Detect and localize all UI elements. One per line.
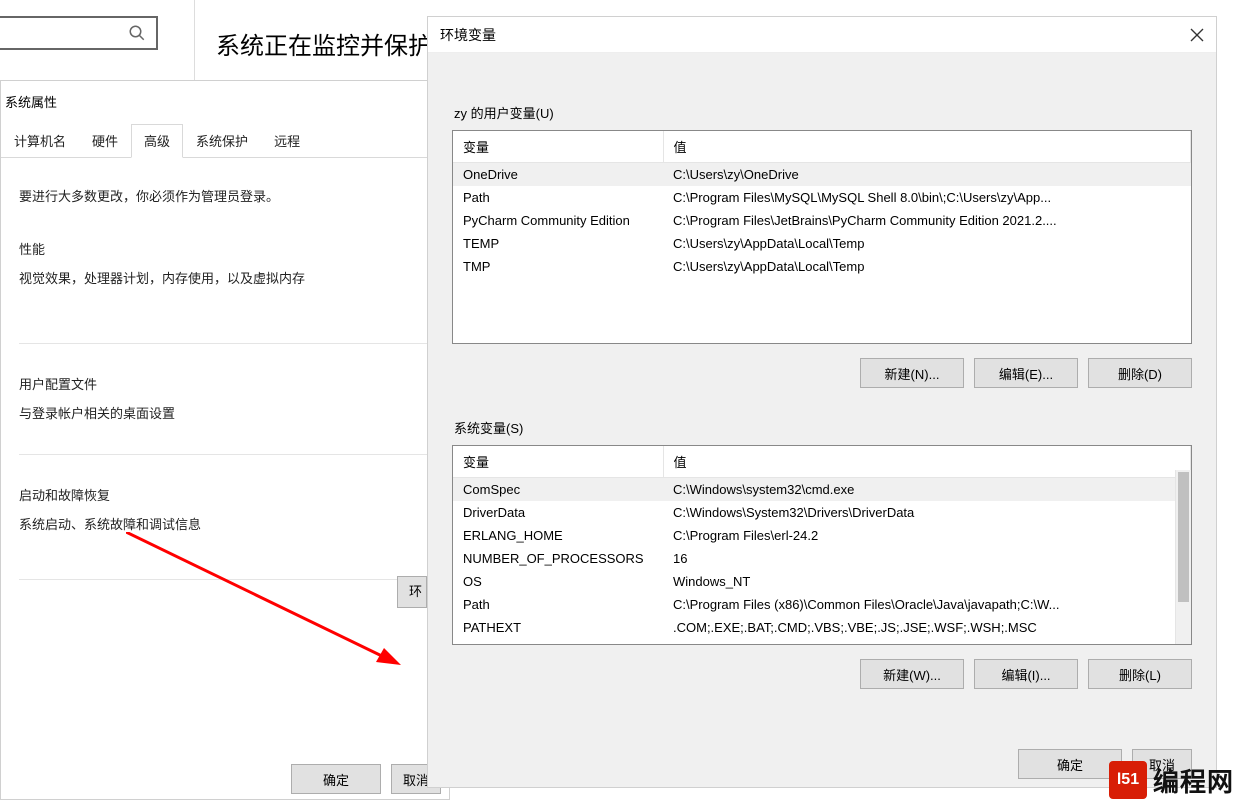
watermark-logo-icon: l51 xyxy=(1109,761,1147,799)
dialog-title: 系统属性 xyxy=(1,81,449,122)
var-name-cell: DriverData xyxy=(453,501,663,524)
table-row[interactable]: ERLANG_HOMEC:\Program Files\erl-24.2 xyxy=(453,524,1191,547)
var-name-cell: ERLANG_HOME xyxy=(453,524,663,547)
user-profile-group-title: 用户配置文件 xyxy=(19,374,421,393)
var-value-cell: Windows_NT xyxy=(663,570,1191,593)
tabs: 计算机名 硬件 高级 系统保护 远程 xyxy=(1,124,449,158)
var-name-cell: PyCharm Community Edition xyxy=(453,209,663,232)
column-header-variable[interactable]: 变量 xyxy=(453,131,663,163)
user-profile-desc: 与登录帐户相关的桌面设置 xyxy=(19,403,421,422)
ok-button[interactable]: 确定 xyxy=(291,764,381,794)
var-value-cell: .COM;.EXE;.BAT;.CMD;.VBS;.VBE;.JS;.JSE;.… xyxy=(663,616,1191,639)
var-value-cell: C:\Windows\System32\Drivers\DriverData xyxy=(663,501,1191,524)
var-value-cell: 16 xyxy=(663,547,1191,570)
performance-desc: 视觉效果，处理器计划，内存使用，以及虚拟内存 xyxy=(19,268,421,287)
tab-remote[interactable]: 远程 xyxy=(261,124,313,157)
var-value-cell: C:\Program Files\MySQL\MySQL Shell 8.0\b… xyxy=(663,186,1191,209)
performance-group-title: 性能 xyxy=(19,239,421,258)
site-watermark: l51 编程网 xyxy=(1109,761,1234,799)
var-name-cell: NUMBER_OF_PROCESSORS xyxy=(453,547,663,570)
system-variables-label: 系统变量(S) xyxy=(454,418,1192,437)
var-name-cell: TEMP xyxy=(453,232,663,255)
user-new-button[interactable]: 新建(N)... xyxy=(860,358,964,388)
var-value-cell: C:\Users\zy\AppData\Local\Temp xyxy=(663,255,1191,278)
admin-note: 要进行大多数更改，你必须作为管理员登录。 xyxy=(19,186,431,205)
user-edit-button[interactable]: 编辑(E)... xyxy=(974,358,1078,388)
var-name-cell: PATHEXT xyxy=(453,616,663,639)
var-name-cell: TMP xyxy=(453,255,663,278)
env-dialog-title: 环境变量 xyxy=(440,25,496,45)
watermark-text: 编程网 xyxy=(1153,762,1234,799)
user-delete-button[interactable]: 删除(D) xyxy=(1088,358,1192,388)
tab-advanced[interactable]: 高级 xyxy=(131,124,183,158)
table-row[interactable]: PathC:\Program Files (x86)\Common Files\… xyxy=(453,593,1191,616)
table-row[interactable]: PATHEXT.COM;.EXE;.BAT;.CMD;.VBS;.VBE;.JS… xyxy=(453,616,1191,639)
system-properties-dialog: 系统属性 计算机名 硬件 高级 系统保护 远程 要进行大多数更改，你必须作为管理… xyxy=(0,80,450,800)
var-name-cell: OneDrive xyxy=(453,163,663,187)
env-variables-button-partial[interactable]: 环 xyxy=(397,576,427,608)
column-header-variable[interactable]: 变量 xyxy=(453,446,663,478)
scrollbar-thumb[interactable] xyxy=(1178,472,1189,602)
scrollbar[interactable] xyxy=(1175,470,1191,644)
var-value-cell: C:\Users\zy\AppData\Local\Temp xyxy=(663,232,1191,255)
user-variables-label: zy 的用户变量(U) xyxy=(454,103,1192,122)
system-edit-button[interactable]: 编辑(I)... xyxy=(974,659,1078,689)
table-row[interactable]: TMPC:\Users\zy\AppData\Local\Temp xyxy=(453,255,1191,278)
var-value-cell: C:\Users\zy\OneDrive xyxy=(663,163,1191,187)
table-row[interactable]: OneDriveC:\Users\zy\OneDrive xyxy=(453,163,1191,187)
column-header-value[interactable]: 值 xyxy=(663,131,1191,163)
close-icon[interactable] xyxy=(1190,28,1204,42)
table-row[interactable]: OSWindows_NT xyxy=(453,570,1191,593)
user-variables-list[interactable]: 变量 值 OneDriveC:\Users\zy\OneDrivePathC:\… xyxy=(452,130,1192,344)
table-row[interactable]: NUMBER_OF_PROCESSORS16 xyxy=(453,547,1191,570)
var-value-cell: C:\Windows\system32\cmd.exe xyxy=(663,478,1191,502)
search-icon xyxy=(128,24,146,42)
var-name-cell: ComSpec xyxy=(453,478,663,502)
tab-hardware[interactable]: 硬件 xyxy=(79,124,131,157)
tab-system-protection[interactable]: 系统保护 xyxy=(183,124,261,157)
table-row[interactable]: PathC:\Program Files\MySQL\MySQL Shell 8… xyxy=(453,186,1191,209)
var-name-cell: OS xyxy=(453,570,663,593)
var-name-cell: Path xyxy=(453,593,663,616)
system-new-button[interactable]: 新建(W)... xyxy=(860,659,964,689)
table-row[interactable]: PyCharm Community EditionC:\Program File… xyxy=(453,209,1191,232)
page-header-text: 系统正在监控并保护 xyxy=(216,26,432,61)
var-value-cell: C:\Program Files\JetBrains\PyCharm Commu… xyxy=(663,209,1191,232)
startup-desc: 系统启动、系统故障和调试信息 xyxy=(19,514,421,533)
table-row[interactable]: ComSpecC:\Windows\system32\cmd.exe xyxy=(453,478,1191,502)
var-name-cell: Path xyxy=(453,186,663,209)
var-value-cell: C:\Program Files (x86)\Common Files\Orac… xyxy=(663,593,1191,616)
startup-group-title: 启动和故障恢复 xyxy=(19,485,421,504)
system-delete-button[interactable]: 删除(L) xyxy=(1088,659,1192,689)
table-row[interactable]: TEMPC:\Users\zy\AppData\Local\Temp xyxy=(453,232,1191,255)
environment-variables-dialog: 环境变量 zy 的用户变量(U) 变量 值 OneDriveC:\Users\z… xyxy=(427,16,1217,788)
env-ok-button[interactable]: 确定 xyxy=(1018,749,1122,779)
system-variables-list[interactable]: 变量 值 ComSpecC:\Windows\system32\cmd.exeD… xyxy=(452,445,1192,645)
tab-computer-name[interactable]: 计算机名 xyxy=(1,124,79,157)
column-header-value[interactable]: 值 xyxy=(663,446,1191,478)
settings-search-input[interactable] xyxy=(0,16,158,50)
var-value-cell: C:\Program Files\erl-24.2 xyxy=(663,524,1191,547)
table-row[interactable]: DriverDataC:\Windows\System32\Drivers\Dr… xyxy=(453,501,1191,524)
